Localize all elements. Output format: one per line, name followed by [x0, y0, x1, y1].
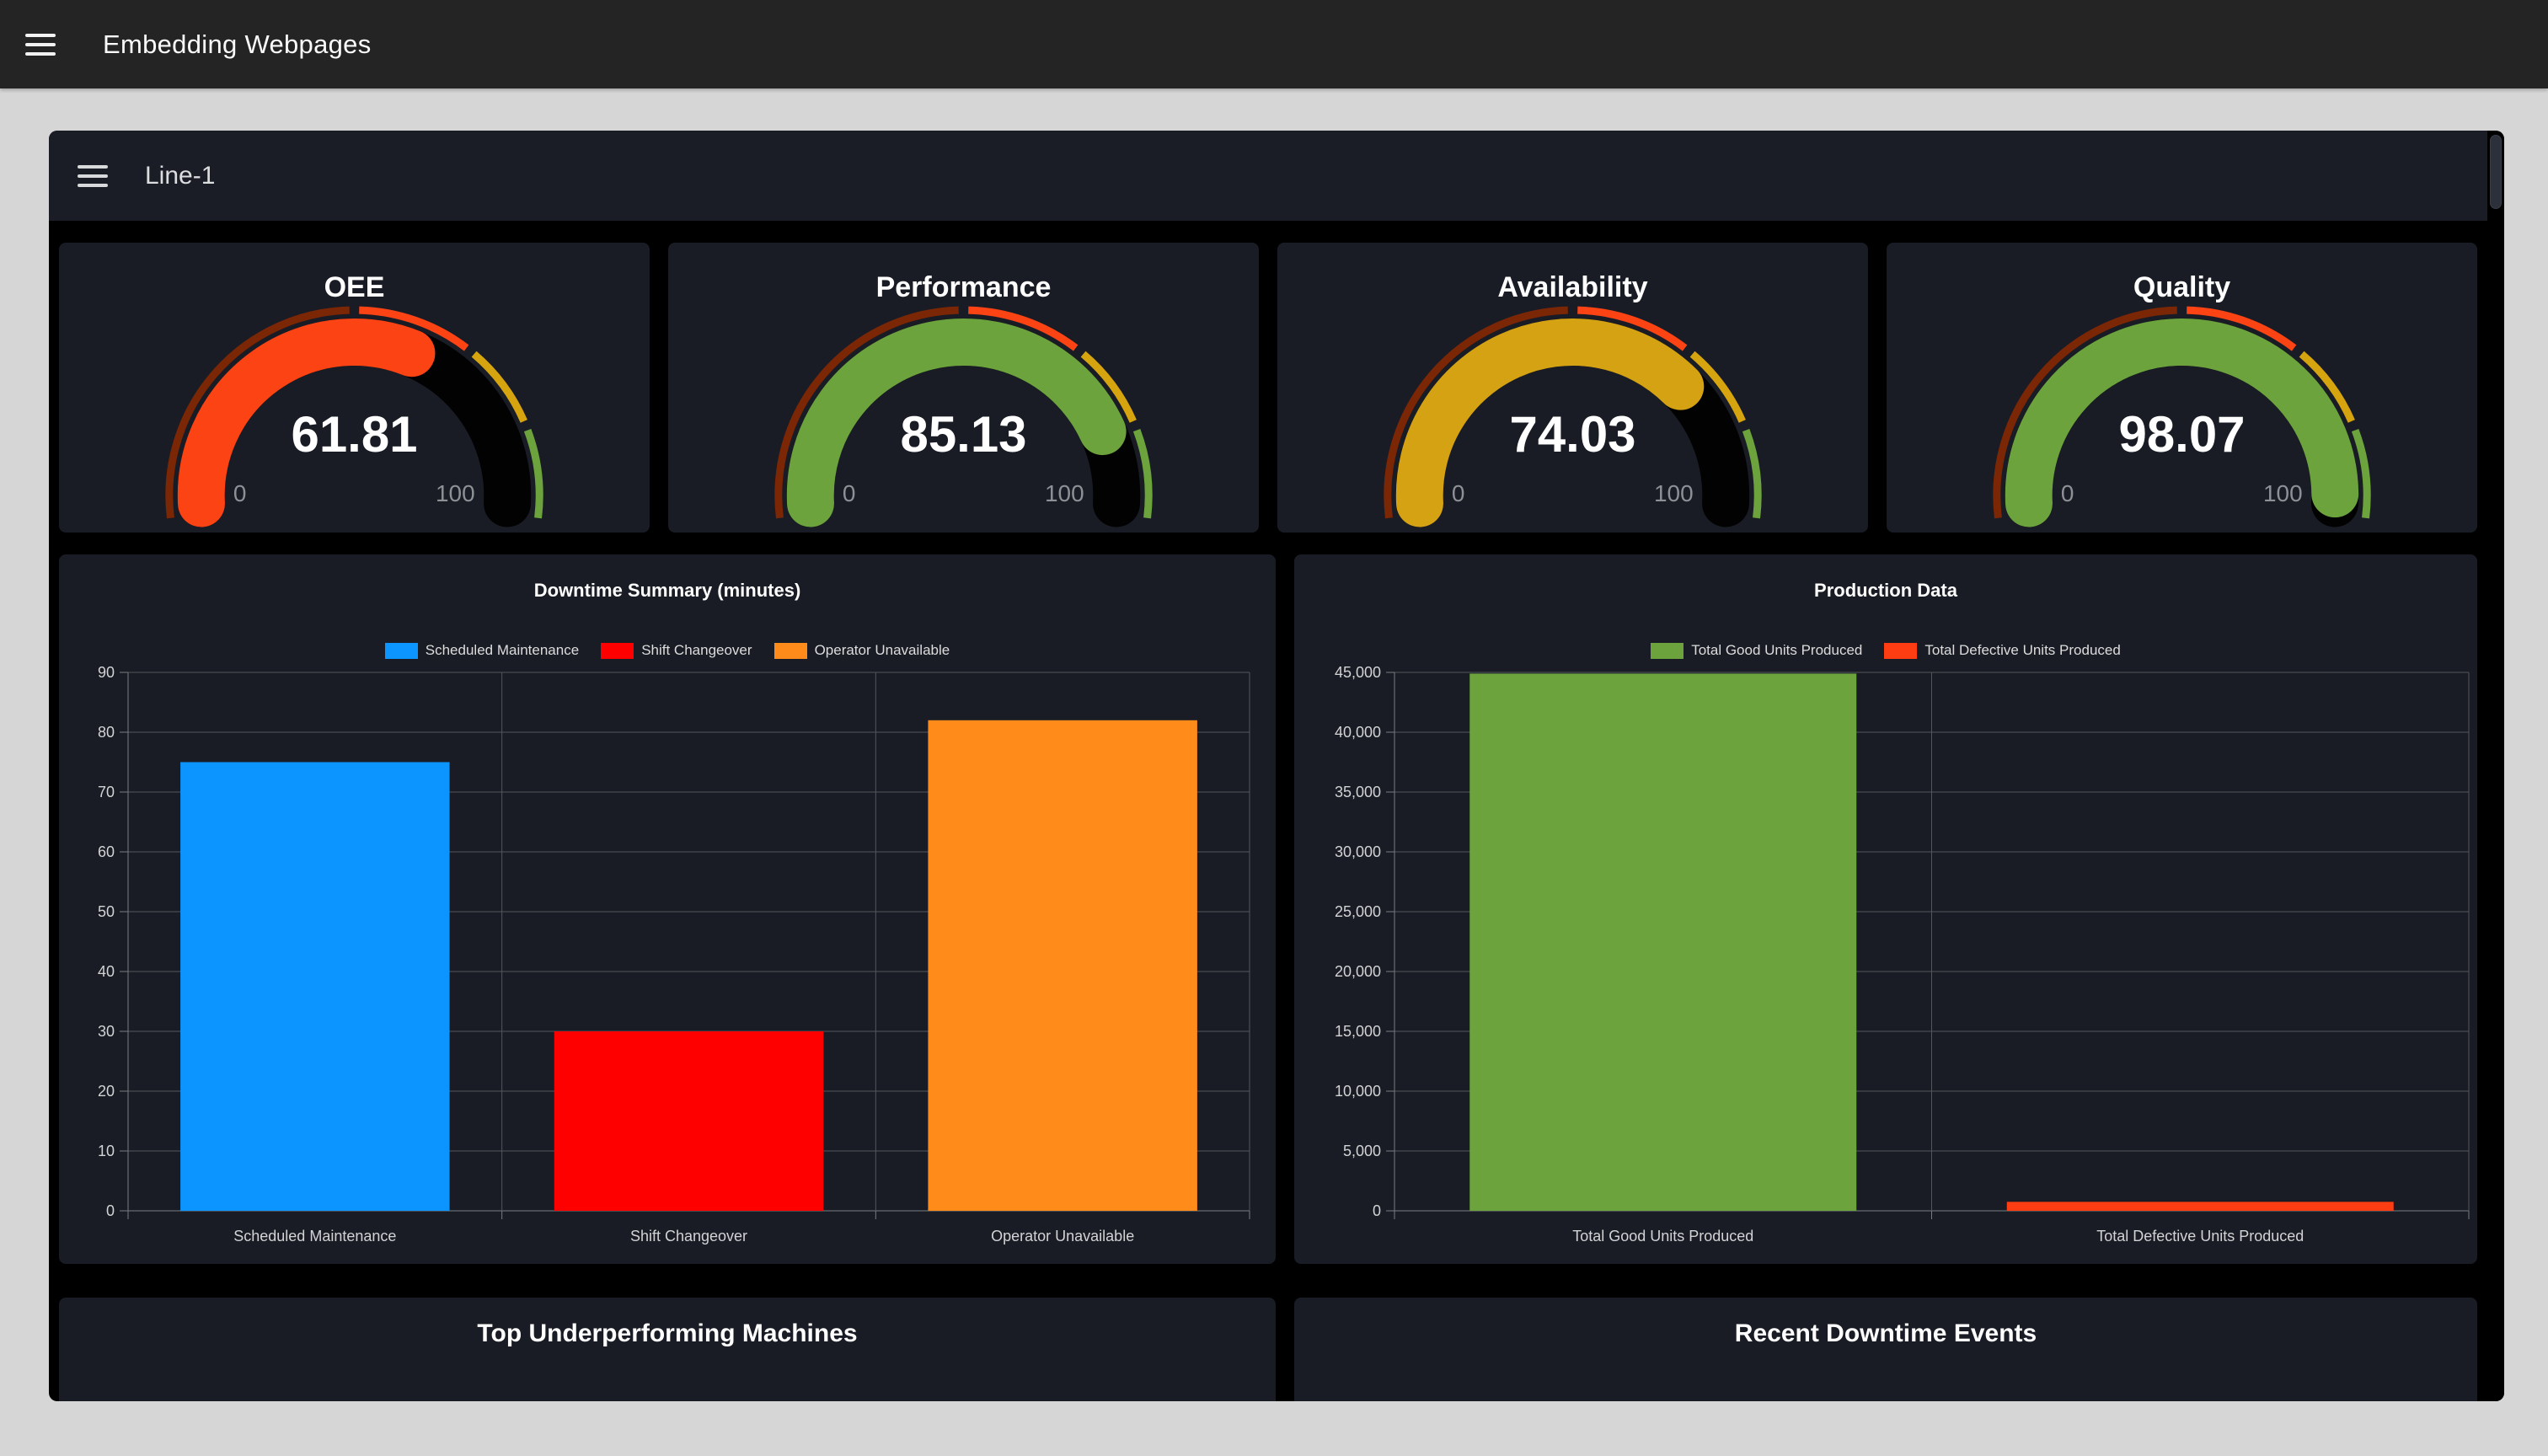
bar-chart: 0 10 20 30 40 50 60 70 80 90 Scheduled Maintenance…: [59, 554, 1276, 1264]
chart-card: Production DataTotal Good Units Produced…: [1294, 554, 2477, 1264]
y-tick-label: 25,000: [1335, 903, 1381, 920]
y-tick-label: 35,000: [1335, 784, 1381, 800]
gauge-card: Availability010074.03: [1277, 243, 1868, 533]
scrollbar-thumb[interactable]: [2490, 135, 2502, 209]
bottom-panel-row: Top Underperforming Machines Recent Downt…: [59, 1298, 2477, 1401]
gauge-card: Performance010085.13: [668, 243, 1259, 533]
chart-row: Downtime Summary (minutes)Scheduled Main…: [59, 554, 2477, 1264]
gauge-value: 85.13: [901, 406, 1027, 463]
bottom-panel-card: Top Underperforming Machines: [59, 1298, 1276, 1401]
y-tick-label: 30,000: [1335, 843, 1381, 860]
y-tick-label: 30: [98, 1023, 115, 1040]
hamburger-bar: [25, 43, 56, 46]
x-category-label: Scheduled Maintenance: [233, 1228, 396, 1245]
y-tick-label: 90: [98, 664, 115, 681]
gauge-chart: 0 100 98.07: [1887, 243, 2477, 533]
gauge-row: OEE010061.81Performance010085.13Availabi…: [59, 243, 2477, 533]
panel-title: Recent Downtime Events: [1294, 1320, 2477, 1348]
gauge-value: 61.81: [292, 406, 418, 463]
y-tick-label: 80: [98, 724, 115, 741]
hamburger-bar: [78, 165, 108, 169]
dashboard-header: Line-1: [49, 131, 2487, 221]
gauge-min-label: 0: [233, 480, 247, 506]
gauge-max-label: 100: [1045, 480, 1084, 506]
gauge-card: Quality010098.07: [1887, 243, 2477, 533]
y-tick-label: 70: [98, 784, 115, 800]
y-tick-label: 10,000: [1335, 1083, 1381, 1100]
y-tick-label: 15,000: [1335, 1023, 1381, 1040]
hamburger-bar: [78, 184, 108, 187]
bar-chart: 0 5,000 10,000 15,000 20,000 25,000 30,000 35,0…: [1294, 554, 2477, 1264]
y-tick-label: 40: [98, 963, 115, 980]
gauge-chart: 0 100 61.81: [59, 243, 650, 533]
y-tick-label: 0: [106, 1202, 115, 1219]
panel-title: Top Underperforming Machines: [59, 1320, 1276, 1348]
gauge-chart: 0 100 74.03: [1277, 243, 1868, 533]
gauge-max-label: 100: [2263, 480, 2303, 506]
y-tick-label: 50: [98, 903, 115, 920]
y-tick-label: 60: [98, 843, 115, 860]
gauge-min-label: 0: [1452, 480, 1465, 506]
y-tick-label: 20,000: [1335, 963, 1381, 980]
hamburger-bar: [78, 174, 108, 178]
bar: [554, 1031, 823, 1211]
gauge-min-label: 0: [843, 480, 856, 506]
x-category-label: Operator Unavailable: [991, 1228, 1134, 1245]
y-tick-label: 5,000: [1343, 1143, 1381, 1159]
y-tick-label: 20: [98, 1083, 115, 1100]
y-tick-label: 45,000: [1335, 664, 1381, 681]
gauge-card: OEE010061.81: [59, 243, 650, 533]
x-category-label: Total Defective Units Produced: [2096, 1228, 2304, 1245]
app-title: Embedding Webpages: [103, 29, 372, 60]
dashboard-title: Line-1: [145, 162, 215, 190]
gauge-max-label: 100: [1654, 480, 1694, 506]
hamburger-icon[interactable]: [25, 34, 56, 56]
gauge-max-label: 100: [436, 480, 475, 506]
bar: [1469, 673, 1856, 1211]
dashboard-hamburger-icon[interactable]: [78, 165, 108, 187]
gauge-value: 74.03: [1510, 406, 1636, 463]
y-tick-label: 10: [98, 1143, 115, 1159]
app-bar: Embedding Webpages: [0, 0, 2548, 88]
gauge-min-label: 0: [2061, 480, 2074, 506]
hamburger-bar: [25, 34, 56, 37]
chart-card: Downtime Summary (minutes)Scheduled Main…: [59, 554, 1276, 1264]
y-tick-label: 0: [1373, 1202, 1381, 1219]
x-category-label: Total Good Units Produced: [1572, 1228, 1753, 1245]
x-category-label: Shift Changeover: [630, 1228, 747, 1245]
bar: [180, 763, 449, 1212]
embedded-dashboard: Line-1 OEE010061.81Performance010085.13A…: [49, 131, 2504, 1401]
y-tick-label: 40,000: [1335, 724, 1381, 741]
scrollbar-track[interactable]: [2487, 131, 2504, 1401]
hamburger-bar: [25, 52, 56, 56]
gauge-value: 98.07: [2119, 406, 2246, 463]
bar: [2007, 1202, 2394, 1211]
gauge-chart: 0 100 85.13: [668, 243, 1259, 533]
bar: [928, 720, 1196, 1211]
bottom-panel-card: Recent Downtime Events: [1294, 1298, 2477, 1401]
